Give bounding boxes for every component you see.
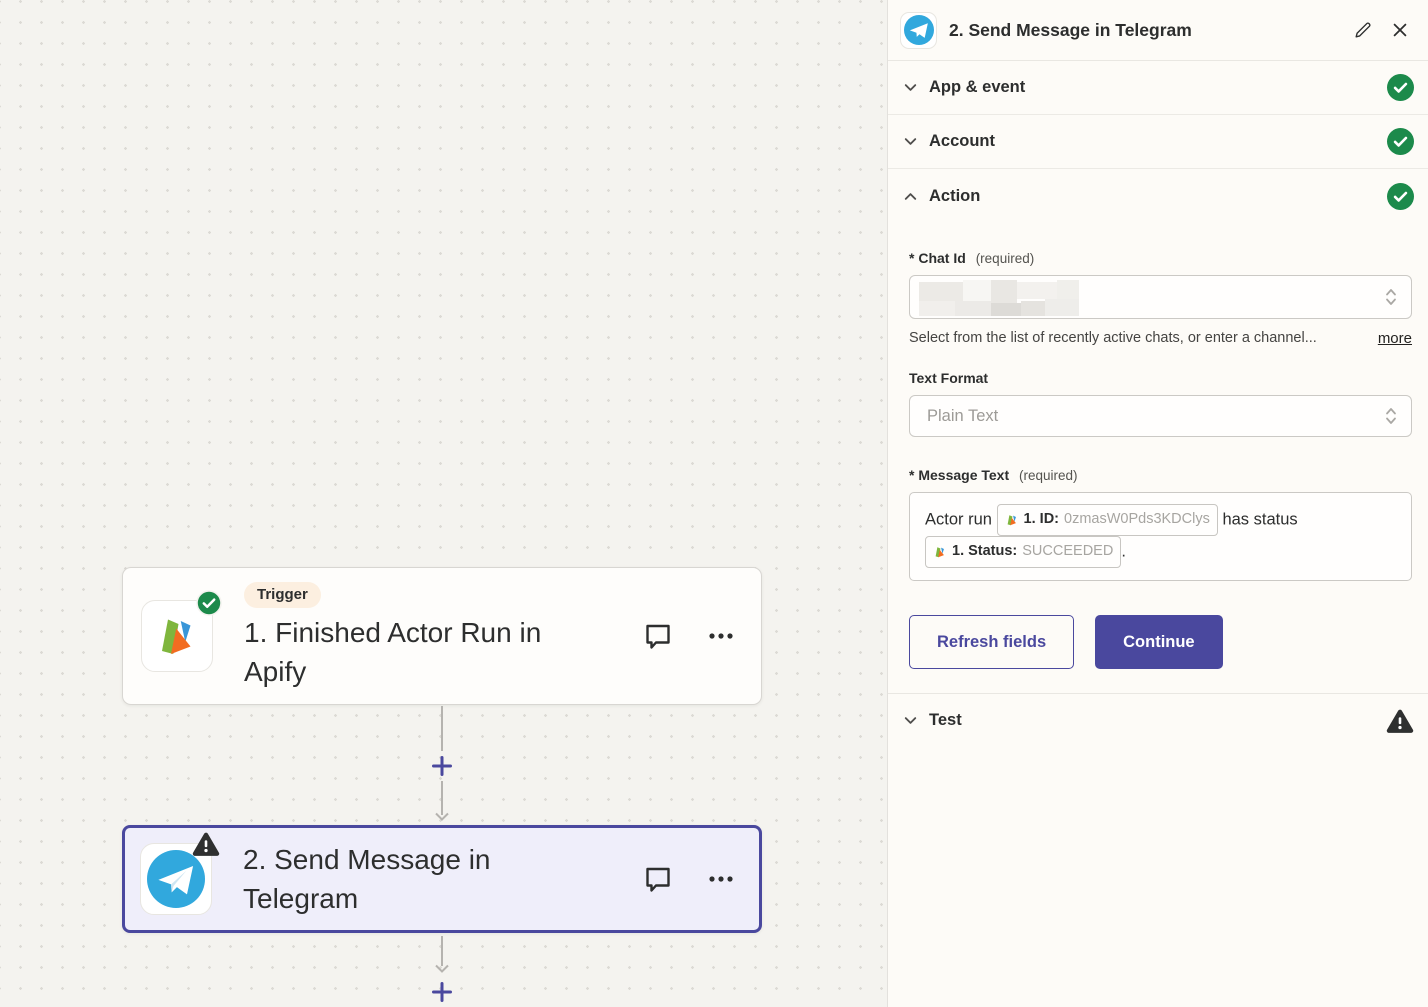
add-step-button[interactable] [429, 753, 455, 779]
action-step-title: 2. Send Message in Telegram [243, 840, 583, 918]
apify-icon-container [141, 600, 213, 672]
message-text-segment: . [1121, 542, 1126, 560]
connector-line [441, 781, 443, 815]
message-text-segment: Actor run [925, 510, 992, 528]
more-options-button[interactable] [708, 875, 734, 883]
chevron-up-icon [901, 187, 920, 206]
section-label: Test [929, 711, 962, 730]
select-caret-icon [1384, 285, 1398, 309]
apify-icon [153, 612, 201, 660]
ellipsis-icon [708, 875, 734, 883]
text-format-select[interactable]: Plain Text [909, 395, 1412, 437]
telegram-icon [147, 850, 205, 908]
success-check-icon [1387, 74, 1414, 101]
chevron-down-icon [901, 711, 920, 730]
continue-button[interactable]: Continue [1095, 615, 1223, 669]
arrow-down-icon [434, 812, 450, 821]
chat-id-label: * Chat Id (required) [909, 250, 1412, 266]
chevron-down-icon [901, 132, 920, 151]
pencil-icon [1353, 20, 1373, 40]
add-step-button[interactable] [429, 979, 455, 1005]
message-text-input[interactable]: Actor run 1. ID: 0zmasW0Pds3KDClys has s… [909, 492, 1412, 581]
section-test[interactable]: Test [888, 693, 1428, 747]
ellipsis-icon [708, 632, 734, 640]
add-step-icon [431, 981, 453, 1003]
comment-icon [643, 621, 673, 651]
action-step-card[interactable]: 2. Send Message in Telegram [122, 825, 762, 933]
warning-icon [192, 831, 220, 857]
close-panel-button[interactable] [1387, 17, 1413, 43]
trigger-step-title: 1. Finished Actor Run in Apify [244, 613, 584, 691]
status-token-pill[interactable]: 1. Status: SUCCEEDED [925, 536, 1121, 568]
panel-header: 2. Send Message in Telegram [888, 0, 1428, 61]
section-account[interactable]: Account [888, 115, 1428, 169]
section-action[interactable]: Action [888, 169, 1428, 223]
edit-title-button[interactable] [1349, 16, 1377, 44]
comment-button[interactable] [643, 621, 673, 651]
chevron-down-icon [901, 78, 920, 97]
required-marker: * [909, 250, 914, 266]
required-marker: * [909, 467, 914, 483]
section-label: Account [929, 132, 995, 151]
connector-line [441, 706, 443, 751]
warning-icon [1386, 708, 1414, 734]
trigger-step-card[interactable]: Trigger 1. Finished Actor Run in Apify [122, 567, 762, 705]
arrow-down-icon [434, 964, 450, 973]
telegram-icon [904, 15, 934, 45]
more-link[interactable]: more [1378, 330, 1412, 347]
message-text-segment: has status [1222, 510, 1297, 528]
section-app-event[interactable]: App & event [888, 61, 1428, 115]
success-check-icon [196, 590, 222, 616]
success-check-icon [1387, 128, 1414, 155]
workflow-canvas[interactable]: Trigger 1. Finished Actor Run in Apify [0, 0, 887, 1007]
telegram-icon-container [900, 12, 937, 49]
message-text-label: * Message Text (required) [909, 467, 1412, 483]
connector-line [441, 936, 443, 966]
trigger-badge: Trigger [244, 582, 321, 608]
refresh-fields-button[interactable]: Refresh fields [909, 615, 1074, 669]
select-caret-icon [1384, 404, 1398, 428]
close-icon [1391, 21, 1409, 39]
chat-id-helper-text: Select from the list of recently active … [909, 330, 1364, 346]
chat-id-select[interactable] [909, 275, 1412, 319]
telegram-icon-container [140, 843, 212, 915]
action-form: * Chat Id (required) Selec [888, 223, 1428, 693]
apify-icon [933, 545, 947, 559]
add-step-icon [431, 755, 453, 777]
apify-icon [1005, 513, 1019, 527]
id-token-pill[interactable]: 1. ID: 0zmasW0Pds3KDClys [997, 504, 1218, 536]
section-label: Action [929, 187, 980, 206]
comment-icon [643, 864, 673, 894]
more-options-button[interactable] [708, 632, 734, 640]
section-label: App & event [929, 78, 1025, 97]
text-format-value: Plain Text [927, 407, 998, 426]
text-format-label: Text Format [909, 370, 1412, 386]
success-check-icon [1387, 183, 1414, 210]
comment-button[interactable] [643, 864, 673, 894]
panel-title: 2. Send Message in Telegram [949, 20, 1192, 41]
step-settings-panel: 2. Send Message in Telegram App & event [887, 0, 1428, 1007]
redacted-value [919, 280, 1079, 316]
